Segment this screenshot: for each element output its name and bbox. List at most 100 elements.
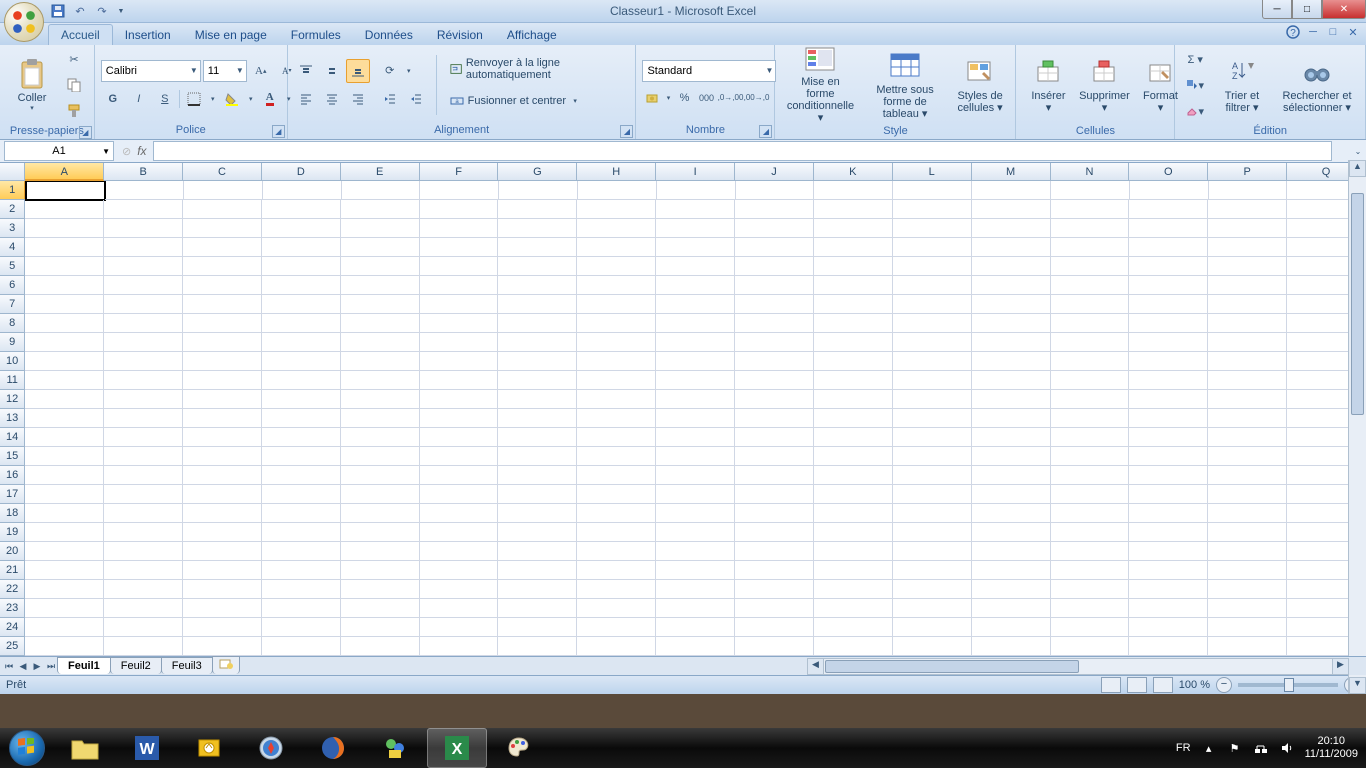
cell[interactable]: [1051, 200, 1130, 219]
cell[interactable]: [656, 200, 735, 219]
cell[interactable]: [814, 352, 893, 371]
cell[interactable]: [25, 276, 104, 295]
cell[interactable]: [498, 200, 577, 219]
cell[interactable]: [893, 428, 972, 447]
cell[interactable]: [1129, 371, 1208, 390]
cell[interactable]: [104, 219, 183, 238]
maximize-button[interactable]: □: [1292, 0, 1322, 19]
column-header[interactable]: N: [1051, 163, 1130, 181]
cell[interactable]: [577, 523, 656, 542]
last-sheet-icon[interactable]: ⏭: [44, 661, 58, 672]
cell[interactable]: [1051, 523, 1130, 542]
cell[interactable]: [814, 637, 893, 656]
cell[interactable]: [1051, 580, 1130, 599]
cell[interactable]: [25, 409, 104, 428]
cell[interactable]: [893, 523, 972, 542]
cell[interactable]: [814, 276, 893, 295]
cell[interactable]: [342, 181, 421, 200]
dialog-launcher-icon[interactable]: ◢: [759, 125, 772, 138]
cell[interactable]: [1129, 276, 1208, 295]
cell[interactable]: [104, 447, 183, 466]
cell[interactable]: [262, 352, 341, 371]
new-sheet-button[interactable]: [212, 656, 240, 674]
cell[interactable]: [814, 599, 893, 618]
cell[interactable]: [814, 561, 893, 580]
conditional-format-button[interactable]: Mise en forme conditionnelle ▾: [781, 47, 859, 123]
cell[interactable]: [656, 295, 735, 314]
taskbar-explorer[interactable]: [55, 728, 115, 768]
row-header[interactable]: 7: [0, 295, 25, 314]
cell[interactable]: [341, 618, 420, 637]
cell[interactable]: [1129, 390, 1208, 409]
scroll-left-icon[interactable]: ◀: [808, 659, 824, 674]
cell[interactable]: [104, 637, 183, 656]
cell[interactable]: [262, 580, 341, 599]
cell[interactable]: [183, 352, 262, 371]
cut-icon[interactable]: ✂: [62, 47, 86, 71]
cell[interactable]: [1129, 618, 1208, 637]
cell[interactable]: [1129, 447, 1208, 466]
cell[interactable]: [104, 428, 183, 447]
cell[interactable]: [25, 523, 104, 542]
sort-filter-button[interactable]: AZ Trier et filtrer ▾: [1213, 47, 1271, 123]
column-header[interactable]: M: [972, 163, 1051, 181]
cell[interactable]: [972, 295, 1051, 314]
cell[interactable]: [1129, 314, 1208, 333]
cell[interactable]: [1129, 295, 1208, 314]
cell[interactable]: [893, 181, 972, 200]
page-break-view-icon[interactable]: [1153, 677, 1173, 693]
currency-icon[interactable]: [642, 86, 662, 110]
cell[interactable]: [183, 333, 262, 352]
row-header[interactable]: 12: [0, 390, 25, 409]
italic-button[interactable]: I: [127, 87, 151, 111]
cell[interactable]: [1051, 428, 1130, 447]
cell[interactable]: [814, 580, 893, 599]
cell[interactable]: [656, 409, 735, 428]
cell[interactable]: [814, 333, 893, 352]
row-header[interactable]: 19: [0, 523, 25, 542]
flag-icon[interactable]: ⚑: [1227, 740, 1243, 756]
cell[interactable]: [1051, 561, 1130, 580]
increase-decimal-icon[interactable]: ,0→,00: [718, 86, 742, 110]
sheet-tab-2[interactable]: Feuil2: [110, 657, 162, 674]
cell[interactable]: [972, 352, 1051, 371]
cell[interactable]: [656, 238, 735, 257]
cell[interactable]: [420, 219, 499, 238]
cell[interactable]: [972, 181, 1051, 200]
cell[interactable]: [183, 580, 262, 599]
cell[interactable]: [1208, 428, 1287, 447]
insert-button[interactable]: Insérer ▾: [1022, 47, 1074, 123]
prev-sheet-icon[interactable]: ◀: [16, 661, 30, 672]
expand-formula-bar-icon[interactable]: ⌄: [1350, 147, 1366, 156]
cell[interactable]: [104, 371, 183, 390]
cell[interactable]: [104, 485, 183, 504]
undo-icon[interactable]: ↶: [72, 3, 88, 19]
cell[interactable]: [814, 390, 893, 409]
cell[interactable]: [262, 276, 341, 295]
cell[interactable]: [814, 295, 893, 314]
cell[interactable]: [1129, 219, 1208, 238]
cell[interactable]: [104, 352, 183, 371]
tab-insertion[interactable]: Insertion: [113, 25, 183, 45]
cell[interactable]: [25, 200, 104, 219]
cell[interactable]: [341, 504, 420, 523]
cell[interactable]: [1208, 561, 1287, 580]
cell[interactable]: [262, 314, 341, 333]
cell[interactable]: [498, 219, 577, 238]
cell[interactable]: [735, 314, 814, 333]
cell[interactable]: [262, 428, 341, 447]
row-header[interactable]: 24: [0, 618, 25, 637]
cell[interactable]: [1051, 238, 1130, 257]
cell[interactable]: [498, 390, 577, 409]
tab-affichage[interactable]: Affichage: [495, 25, 569, 45]
row-header[interactable]: 10: [0, 352, 25, 371]
autosum-icon[interactable]: Σ ▾: [1181, 47, 1209, 71]
cell[interactable]: [341, 599, 420, 618]
cell[interactable]: [814, 542, 893, 561]
cell[interactable]: [25, 637, 104, 656]
cell[interactable]: [341, 523, 420, 542]
cell[interactable]: [420, 447, 499, 466]
name-box[interactable]: A1▼: [4, 141, 114, 161]
cell[interactable]: [577, 466, 656, 485]
cell[interactable]: [420, 238, 499, 257]
